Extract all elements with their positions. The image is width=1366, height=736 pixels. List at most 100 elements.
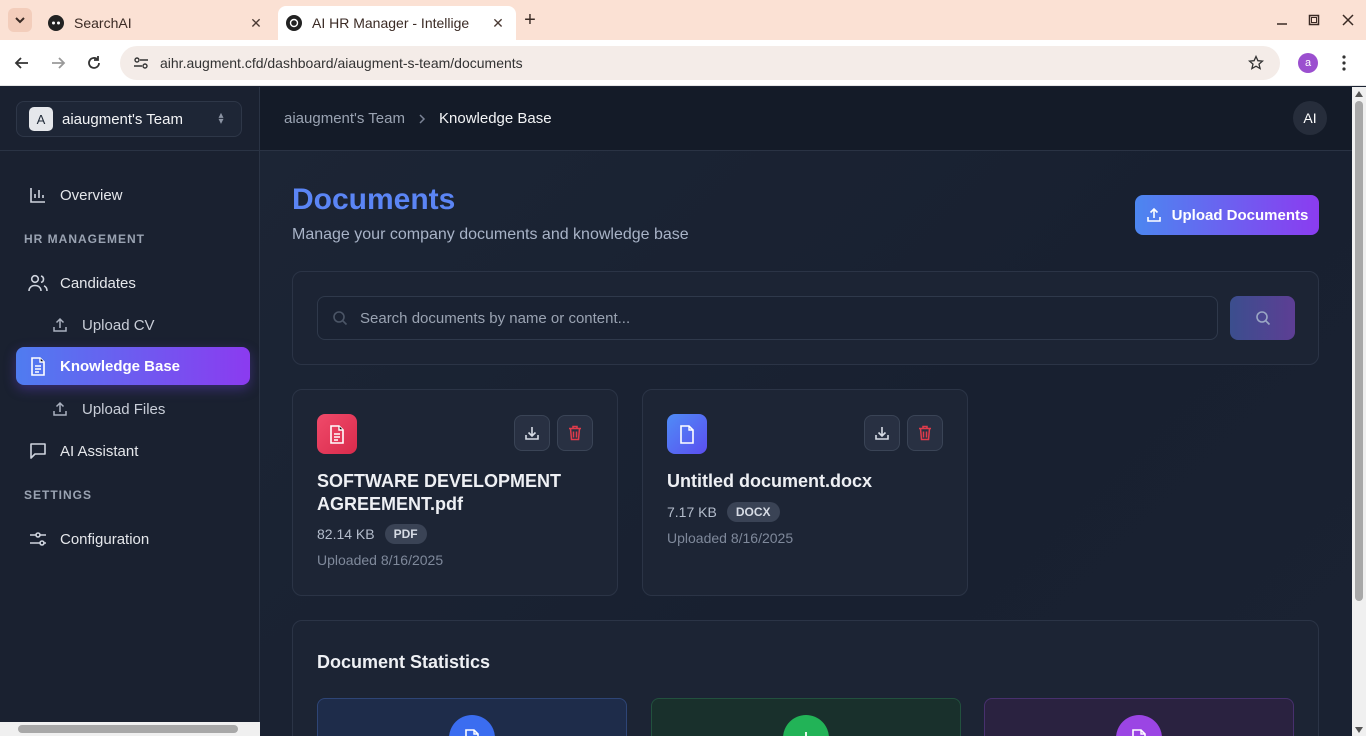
sidebar-item-overview[interactable]: Overview	[16, 176, 250, 214]
document-card[interactable]: Untitled document.docx 7.17 KB DOCX Uplo…	[642, 389, 968, 596]
horizontal-scrollbar[interactable]	[0, 722, 260, 736]
page-title: Documents	[292, 183, 456, 216]
divider	[0, 150, 259, 151]
download-button[interactable]	[864, 415, 900, 451]
tab-search-button[interactable]	[8, 8, 32, 32]
site-info-icon[interactable]	[126, 51, 156, 75]
download-button[interactable]	[514, 415, 550, 451]
sidebar-item-knowledge-base[interactable]: Knowledge Base	[16, 347, 250, 385]
scrollbar-thumb[interactable]	[18, 725, 238, 733]
browser-tab-bar: SearchAI ✕ AI HR Manager - Intellige ✕ +	[0, 0, 1366, 40]
search-input[interactable]: Search documents by name or content...	[317, 296, 1218, 340]
browser-menu-icon[interactable]	[1334, 51, 1354, 75]
stat-tile-size	[651, 698, 961, 736]
profile-avatar[interactable]: a	[1298, 53, 1318, 73]
upload-icon	[1146, 207, 1162, 223]
sidebar-item-label: Upload Files	[82, 400, 166, 418]
message-square-icon	[28, 441, 48, 461]
close-tab-icon[interactable]: ✕	[488, 13, 508, 33]
tab-searchai[interactable]: SearchAI ✕	[40, 6, 274, 40]
download-icon	[525, 427, 539, 440]
close-tab-icon[interactable]: ✕	[246, 13, 266, 33]
scroll-up-arrow-icon[interactable]	[1355, 91, 1363, 97]
chevron-right-icon	[418, 112, 426, 127]
sidebar-item-label: Upload CV	[82, 316, 155, 334]
document-upload-date: Uploaded 8/16/2025	[667, 530, 794, 546]
team-switcher[interactable]: A aiaugment's Team ▴ ▾	[16, 101, 242, 137]
document-upload-date: Uploaded 8/16/2025	[317, 552, 444, 568]
team-avatar: A	[29, 107, 53, 131]
browser-toolbar: aihr.augment.cfd/dashboard/aiaugment-s-t…	[0, 40, 1366, 86]
new-tab-icon[interactable]: +	[518, 8, 542, 32]
sidebar-item-ai-assistant[interactable]: AI Assistant	[16, 432, 250, 470]
file-icon	[667, 414, 707, 454]
upload-icon	[50, 315, 70, 335]
sidebar-item-label: Configuration	[60, 530, 150, 548]
tab-ai-hr-manager[interactable]: AI HR Manager - Intellige ✕	[278, 6, 516, 40]
user-avatar[interactable]: AI	[1293, 101, 1327, 135]
maximize-icon[interactable]	[1302, 8, 1326, 32]
back-arrow-icon[interactable]	[10, 51, 34, 75]
reload-icon[interactable]	[82, 51, 106, 75]
document-card[interactable]: SOFTWARE DEVELOPMENT AGREEMENT.pdf 82.14…	[292, 389, 618, 596]
sidebar-item-configuration[interactable]: Configuration	[16, 520, 250, 558]
document-size: 7.17 KB	[667, 504, 717, 520]
upload-button-label: Upload Documents	[1171, 206, 1309, 224]
sidebar-item-upload-cv[interactable]: Upload CV	[36, 306, 250, 344]
sidebar-item-label: Overview	[60, 186, 123, 204]
search-button[interactable]	[1230, 296, 1295, 340]
document-type-badge: PDF	[384, 524, 427, 544]
searchai-favicon-icon	[48, 15, 64, 31]
chevrons-up-down-icon: ▴ ▾	[218, 110, 224, 127]
sidebar-item-label: AI Assistant	[60, 442, 139, 460]
document-name: SOFTWARE DEVELOPMENT AGREEMENT.pdf	[317, 471, 562, 514]
stats-title: Document Statistics	[317, 652, 491, 672]
upload-icon	[50, 399, 70, 419]
breadcrumb-current: Knowledge Base	[439, 110, 552, 127]
tab-title: SearchAI	[74, 15, 132, 31]
sidebar-item-candidates[interactable]: Candidates	[16, 264, 250, 302]
bookmark-star-icon[interactable]	[1244, 51, 1268, 75]
sidebar-item-label: Candidates	[60, 274, 136, 292]
top-header: aiaugment's Team Knowledge Base AI	[260, 87, 1352, 151]
chevron-down-icon	[15, 17, 25, 24]
url-text: aihr.augment.cfd/dashboard/aiaugment-s-t…	[160, 55, 523, 71]
page-subtitle: Manage your company documents and knowle…	[292, 226, 689, 243]
minimize-icon[interactable]	[1270, 8, 1294, 32]
aihr-favicon-icon	[286, 15, 302, 31]
trash-icon	[919, 425, 931, 441]
sidebar-item-label: Knowledge Base	[60, 357, 181, 375]
search-icon	[1255, 311, 1270, 326]
sidebar-item-upload-files[interactable]: Upload Files	[36, 390, 250, 428]
tab-title: AI HR Manager - Intellige	[312, 15, 470, 31]
stat-tile-total	[317, 698, 627, 736]
sliders-icon	[28, 529, 48, 549]
file-text-icon	[28, 356, 48, 376]
delete-button[interactable]	[907, 415, 943, 451]
main-content: Documents Manage your company documents …	[260, 151, 1352, 736]
section-label-settings: SETTINGS	[24, 488, 93, 502]
upload-documents-button[interactable]: Upload Documents	[1135, 195, 1319, 235]
sidebar: A aiaugment's Team ▴ ▾ Overview HR MANAGE…	[0, 87, 260, 736]
delete-button[interactable]	[557, 415, 593, 451]
forward-arrow-icon[interactable]	[46, 51, 70, 75]
scrollbar-thumb[interactable]	[1355, 101, 1363, 601]
document-meta: 7.17 KB DOCX	[667, 502, 780, 522]
document-statistics-card: Document Statistics	[292, 620, 1319, 736]
scroll-down-arrow-icon[interactable]	[1355, 727, 1363, 733]
search-card: Search documents by name or content...	[292, 271, 1319, 365]
close-window-icon[interactable]	[1336, 8, 1360, 32]
search-icon	[332, 310, 348, 326]
bar-chart-icon	[28, 185, 48, 205]
document-type-badge: DOCX	[726, 502, 780, 522]
search-placeholder: Search documents by name or content...	[360, 309, 631, 327]
document-name: Untitled document.docx	[667, 471, 873, 491]
breadcrumb-team[interactable]: aiaugment's Team	[284, 110, 405, 127]
trash-icon	[569, 425, 581, 441]
file-text-icon	[317, 414, 357, 454]
vertical-scrollbar[interactable]	[1352, 87, 1366, 736]
address-bar[interactable]: aihr.augment.cfd/dashboard/aiaugment-s-t…	[120, 46, 1280, 80]
download-icon	[783, 715, 829, 736]
document-meta: 82.14 KB PDF	[317, 524, 427, 544]
file-text-icon	[449, 715, 495, 736]
